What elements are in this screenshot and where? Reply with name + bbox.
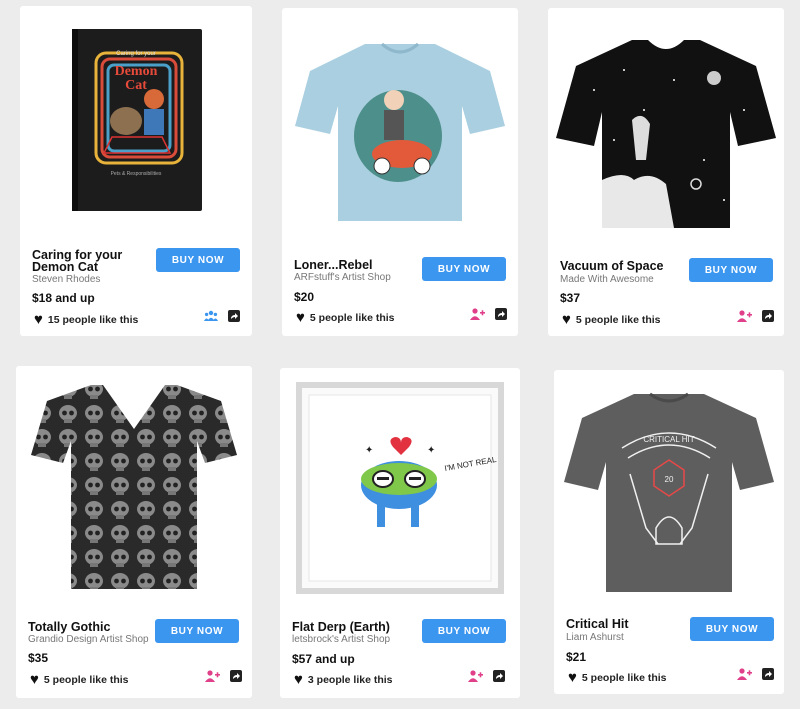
product-artist[interactable]: Steven Rhodes (32, 274, 100, 285)
product-price: $20 (294, 290, 315, 304)
likes-count[interactable]: ♥ 5 people like this (296, 310, 395, 325)
buy-now-button[interactable]: BUY NOW (422, 257, 506, 281)
product-price: $57 and up (292, 652, 355, 666)
product-image-vneck[interactable] (16, 372, 252, 600)
heart-icon[interactable]: ♥ (34, 312, 43, 327)
add-person-icon[interactable] (205, 670, 220, 682)
buy-now-button[interactable]: BUY NOW (156, 248, 240, 272)
add-person-icon[interactable] (737, 668, 752, 680)
people-group-icon[interactable] (204, 310, 218, 322)
svg-text:✦: ✦ (427, 445, 435, 456)
share-icon[interactable] (228, 310, 240, 322)
likes-count[interactable]: ♥ 5 people like this (562, 312, 661, 327)
product-artist[interactable]: letsbrock's Artist Shop (292, 634, 390, 645)
buy-now-button[interactable]: BUY NOW (689, 258, 773, 282)
card-actions (737, 668, 774, 680)
die-number: 20 (665, 475, 674, 484)
product-price: $21 (566, 650, 587, 664)
add-person-icon[interactable] (468, 670, 483, 682)
product-card[interactable]: Totally Gothic Grandio Design Artist Sho… (16, 366, 252, 698)
share-icon[interactable] (230, 670, 242, 682)
cover-line-2: Demon (115, 64, 158, 79)
heart-icon[interactable]: ♥ (30, 672, 39, 687)
product-price: $37 (560, 291, 581, 305)
likes-text: 5 people like this (575, 314, 661, 326)
card-actions (205, 670, 242, 682)
print-text: CRITICAL HIT (643, 435, 694, 444)
likes-text: 5 people like this (309, 312, 395, 324)
product-title[interactable]: Flat Derp (Earth) (292, 621, 414, 634)
product-image-framed-print[interactable]: ✦ ✦ I'M NOT REAL (280, 374, 520, 602)
tshirt-shape (564, 394, 774, 592)
share-icon[interactable] (762, 668, 774, 680)
buy-now-button[interactable]: BUY NOW (422, 619, 506, 643)
product-artist[interactable]: Made With Awesome (560, 274, 654, 285)
likes-count[interactable]: ♥ 5 people like this (30, 672, 129, 687)
share-icon[interactable] (493, 670, 505, 682)
cover-line-4: Pets & Responsibilities (111, 171, 162, 177)
likes-count[interactable]: ♥ 5 people like this (568, 670, 667, 685)
add-person-icon[interactable] (737, 310, 752, 322)
product-image-tshirt[interactable]: CRITICAL HIT 20 (554, 372, 784, 600)
svg-text:✦: ✦ (365, 445, 373, 456)
product-title[interactable]: Loner...Rebel (294, 259, 416, 272)
card-actions (468, 670, 505, 682)
share-icon[interactable] (762, 310, 774, 322)
product-title[interactable]: Totally Gothic (28, 621, 150, 634)
product-price: $18 and up (32, 291, 95, 305)
product-image-tshirt[interactable] (282, 12, 518, 240)
heart-icon[interactable]: ♥ (562, 312, 571, 327)
product-price: $35 (28, 651, 49, 665)
add-person-icon[interactable] (470, 308, 485, 320)
share-icon[interactable] (495, 308, 507, 320)
product-artist[interactable]: Liam Ashurst (566, 632, 624, 643)
card-actions (470, 308, 507, 320)
card-actions (204, 310, 240, 322)
cover-line-3: Cat (125, 78, 147, 93)
buy-now-button[interactable]: BUY NOW (690, 617, 774, 641)
product-title[interactable]: Vacuum of Space (560, 260, 682, 273)
likes-count[interactable]: ♥ 15 people like this (34, 312, 139, 327)
likes-text: 15 people like this (47, 314, 139, 326)
likes-count[interactable]: ♥ 3 people like this (294, 672, 393, 687)
likes-text: 5 people like this (43, 674, 129, 686)
heart-icon[interactable]: ♥ (568, 670, 577, 685)
buy-now-button[interactable]: BUY NOW (155, 619, 239, 643)
product-image-notebook[interactable]: Caring for your Demon Cat Pets & Respons… (20, 6, 252, 234)
likes-text: 3 people like this (307, 674, 393, 686)
card-actions (737, 310, 774, 322)
product-card[interactable]: Loner...Rebel ARFstuff's Artist Shop $20… (282, 8, 518, 336)
product-artist[interactable]: ARFstuff's Artist Shop (294, 272, 391, 283)
product-card[interactable]: Vacuum of Space Made With Awesome $37 BU… (548, 8, 784, 336)
heart-icon[interactable]: ♥ (296, 310, 305, 325)
product-card[interactable]: CRITICAL HIT 20 Critical Hit Liam Ashurs… (554, 370, 784, 694)
product-card[interactable]: ✦ ✦ I'M NOT REAL Flat Derp (Earth) letsb… (280, 368, 520, 698)
heart-icon[interactable]: ♥ (294, 672, 303, 687)
cover-line-1: Caring for your (116, 51, 156, 57)
product-artist[interactable]: Grandio Design Artist Shop (28, 634, 149, 645)
product-title[interactable]: Critical Hit (566, 618, 688, 631)
product-image-tshirt[interactable] (548, 12, 784, 240)
product-card[interactable]: Caring for your Demon Cat Pets & Respons… (20, 6, 252, 336)
product-title[interactable]: Caring for your Demon Cat (32, 249, 154, 274)
likes-text: 5 people like this (581, 672, 667, 684)
